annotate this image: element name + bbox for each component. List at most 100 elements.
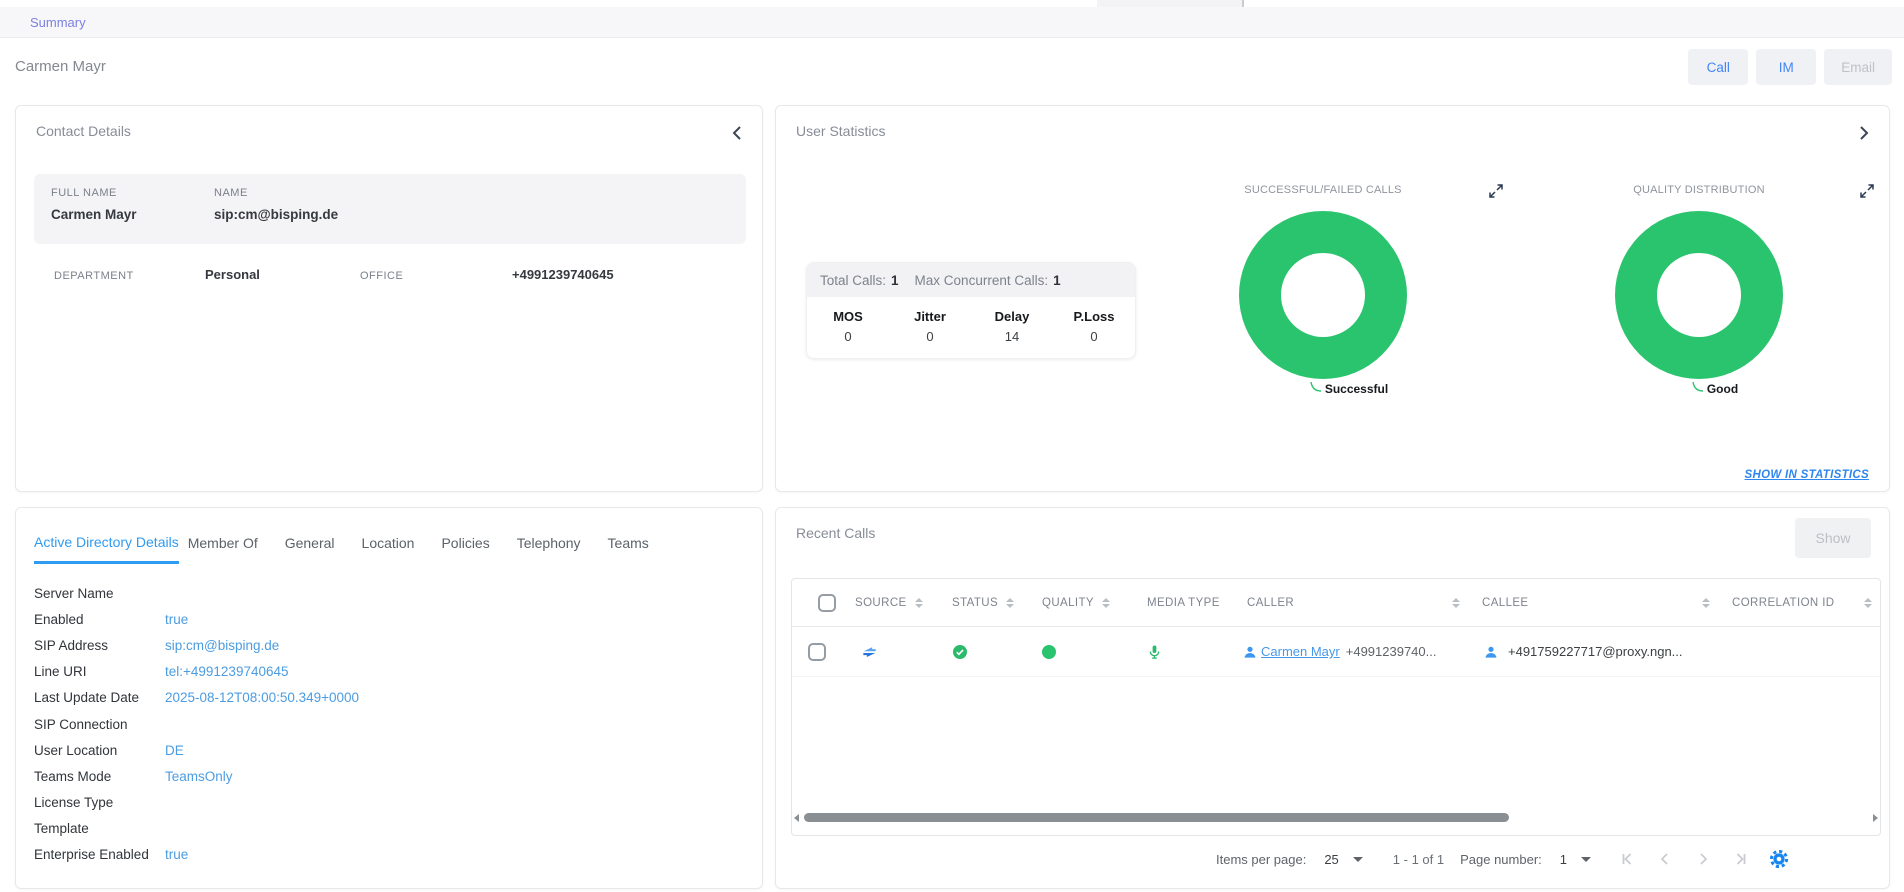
pagination-range: 1 - 1 of 1 <box>1393 852 1444 867</box>
chart-title: QUALITY DISTRIBUTION <box>1615 184 1783 196</box>
tab-telephony[interactable]: Telephony <box>517 522 581 564</box>
call-stats-box: Total Calls: 1 Max Concurrent Calls: 1 M… <box>806 262 1136 359</box>
sort-icon[interactable] <box>1006 598 1014 608</box>
ad-field-value <box>165 580 359 606</box>
full-name-label: FULL NAME <box>51 187 214 199</box>
tab-summary[interactable]: Summary <box>30 15 86 30</box>
department-value: Personal <box>205 267 360 282</box>
max-concurrent-label: Max Concurrent Calls: <box>915 273 1049 288</box>
table-header-row: SOURCE STATUS QUALITY MEDIA TYPE CALLER … <box>792 579 1880 627</box>
contact-details-card: Contact Details FULL NAME Carmen Mayr NA… <box>15 105 763 492</box>
items-per-page-value[interactable]: 25 <box>1324 852 1338 867</box>
ad-field-value: true <box>165 842 359 868</box>
table-settings-gear-icon[interactable] <box>1769 849 1789 869</box>
ad-field-label: User Location <box>34 737 165 763</box>
sort-icon[interactable] <box>1702 598 1710 608</box>
sort-icon[interactable] <box>1102 598 1110 608</box>
name-value: sip:cm@bisping.de <box>214 207 338 222</box>
ad-field-label: Enterprise Enabled <box>34 842 165 868</box>
call-button[interactable]: Call <box>1688 49 1748 85</box>
ad-field-value: sip:cm@bisping.de <box>165 632 359 658</box>
ad-field-value: DE <box>165 737 359 763</box>
caller-number: +4991239740... <box>1346 644 1437 659</box>
col-correlation-id[interactable]: CORRELATION ID <box>1732 597 1835 609</box>
tab-teams[interactable]: Teams <box>608 522 649 564</box>
email-button: Email <box>1824 49 1892 85</box>
ad-field-label: Teams Mode <box>34 763 165 789</box>
tab-policies[interactable]: Policies <box>441 522 489 564</box>
collapse-left-icon[interactable] <box>730 125 744 146</box>
active-directory-card: Active Directory Details Member Of Gener… <box>15 507 763 889</box>
recent-calls-title: Recent Calls <box>796 525 875 541</box>
ad-field-value <box>165 816 359 842</box>
ad-field-value: tel:+4991239740645 <box>165 659 359 685</box>
sort-icon[interactable] <box>1452 598 1460 608</box>
scrollbar-thumb[interactable] <box>804 813 1509 822</box>
tab-active-directory-details[interactable]: Active Directory Details <box>34 522 179 564</box>
summary-bar: Summary <box>0 7 1904 38</box>
donut-quality[interactable] <box>1615 211 1783 379</box>
browser-tab-sliver <box>1097 0 1244 7</box>
successful-failed-calls-chart: SUCCESSFUL/FAILED CALLS Successful <box>1239 184 1407 396</box>
metric-value: 0 <box>1053 329 1135 344</box>
previous-page-icon <box>1657 851 1673 867</box>
detail-tabs: Active Directory Details Member Of Gener… <box>34 522 676 564</box>
metric-value: 0 <box>889 329 971 344</box>
audio-mic-icon <box>1147 644 1162 660</box>
ad-field-value <box>165 711 359 737</box>
recent-calls-table: SOURCE STATUS QUALITY MEDIA TYPE CALLER … <box>791 578 1881 836</box>
sort-icon[interactable] <box>1864 598 1872 608</box>
ad-field-value <box>165 790 359 816</box>
quality-good-dot <box>1042 645 1056 659</box>
col-callee[interactable]: CALLEE <box>1482 597 1529 609</box>
user-statistics-title: User Statistics <box>796 123 885 139</box>
col-media-type[interactable]: MEDIA TYPE <box>1147 597 1220 609</box>
donut-legend-successful: Successful <box>1325 382 1388 396</box>
office-label: OFFICE <box>360 270 512 282</box>
im-button[interactable]: IM <box>1756 49 1816 85</box>
col-source[interactable]: SOURCE <box>855 597 907 609</box>
page-number-value[interactable]: 1 <box>1560 852 1567 867</box>
name-label: NAME <box>214 187 338 199</box>
header-actions: Call IM Email <box>1688 49 1892 85</box>
page-number-dropdown-icon[interactable] <box>1581 857 1591 862</box>
total-calls-value: 1 <box>891 273 899 288</box>
ad-field-label: SIP Address <box>34 632 165 658</box>
contact-primary-box: FULL NAME Carmen Mayr NAME sip:cm@bispin… <box>34 174 746 244</box>
department-label: DEPARTMENT <box>54 270 205 282</box>
horizontal-scrollbar[interactable] <box>794 811 1878 824</box>
metric-value: 0 <box>807 329 889 344</box>
tab-general[interactable]: General <box>285 522 335 564</box>
expand-chart-icon[interactable] <box>1859 183 1875 204</box>
ad-field-label: Template <box>34 816 165 842</box>
show-in-statistics-link[interactable]: SHOW IN STATISTICS <box>1745 469 1869 481</box>
ad-field-value: TeamsOnly <box>165 763 359 789</box>
ad-field-label: Last Update Date <box>34 685 165 711</box>
donut-successful[interactable] <box>1239 211 1407 379</box>
scroll-left-icon[interactable] <box>794 814 799 822</box>
sort-icon[interactable] <box>915 598 923 608</box>
ad-field-list: Server Name Enabledtrue SIP Addresssip:c… <box>34 580 359 868</box>
page-title: Carmen Mayr <box>15 58 106 75</box>
tab-member-of[interactable]: Member Of <box>188 522 258 564</box>
select-all-checkbox[interactable] <box>818 594 836 612</box>
quality-metrics: MOS 0 Jitter 0 Delay 14 P.Loss 0 <box>807 297 1135 358</box>
table-row[interactable]: Carmen Mayr +4991239740... +491759227717… <box>792 627 1880 677</box>
ad-field-label: Server Name <box>34 580 165 606</box>
scroll-right-icon[interactable] <box>1873 814 1878 822</box>
caller-link[interactable]: Carmen Mayr <box>1261 644 1340 659</box>
items-per-page-dropdown-icon[interactable] <box>1353 857 1363 862</box>
pagination-bar: Items per page: 25 1 - 1 of 1 Page numbe… <box>1216 844 1789 874</box>
expand-chart-icon[interactable] <box>1488 183 1504 204</box>
callee-address: +491759227717@proxy.ngn... <box>1508 644 1683 659</box>
expand-right-icon[interactable] <box>1857 125 1871 146</box>
col-quality[interactable]: QUALITY <box>1042 597 1094 609</box>
person-icon <box>1243 645 1257 659</box>
col-status[interactable]: STATUS <box>952 597 998 609</box>
chart-title: SUCCESSFUL/FAILED CALLS <box>1239 184 1407 196</box>
next-page-icon <box>1695 851 1711 867</box>
row-checkbox[interactable] <box>808 643 826 661</box>
col-caller[interactable]: CALLER <box>1247 597 1294 609</box>
page-number-label: Page number: <box>1460 852 1542 867</box>
tab-location[interactable]: Location <box>362 522 415 564</box>
